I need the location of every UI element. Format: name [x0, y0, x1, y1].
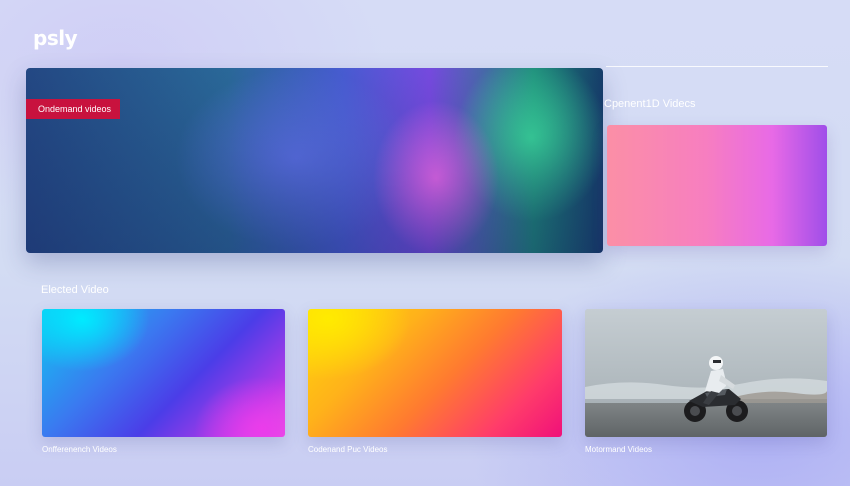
video-card-1-label[interactable]: Onfferenench Videos [42, 445, 117, 454]
side-video-thumbnail[interactable] [607, 125, 827, 246]
video-card-2[interactable] [308, 309, 562, 437]
divider [606, 66, 828, 67]
motorcycle-rider-image [585, 309, 827, 437]
video-card-3[interactable] [585, 309, 827, 437]
hero-video-card[interactable]: Ondemand videos [26, 68, 603, 253]
hero-badge: Ondemand videos [26, 99, 120, 119]
section-title: Elected Video [41, 284, 109, 296]
video-card-1[interactable] [42, 309, 285, 437]
app-logo[interactable]: psly [33, 26, 78, 50]
side-section-title: Cpenent1D Videcs [604, 98, 696, 110]
video-card-2-label[interactable]: Codenand Puc Videos [308, 445, 387, 454]
video-card-3-label[interactable]: Motormand Videos [585, 445, 652, 454]
